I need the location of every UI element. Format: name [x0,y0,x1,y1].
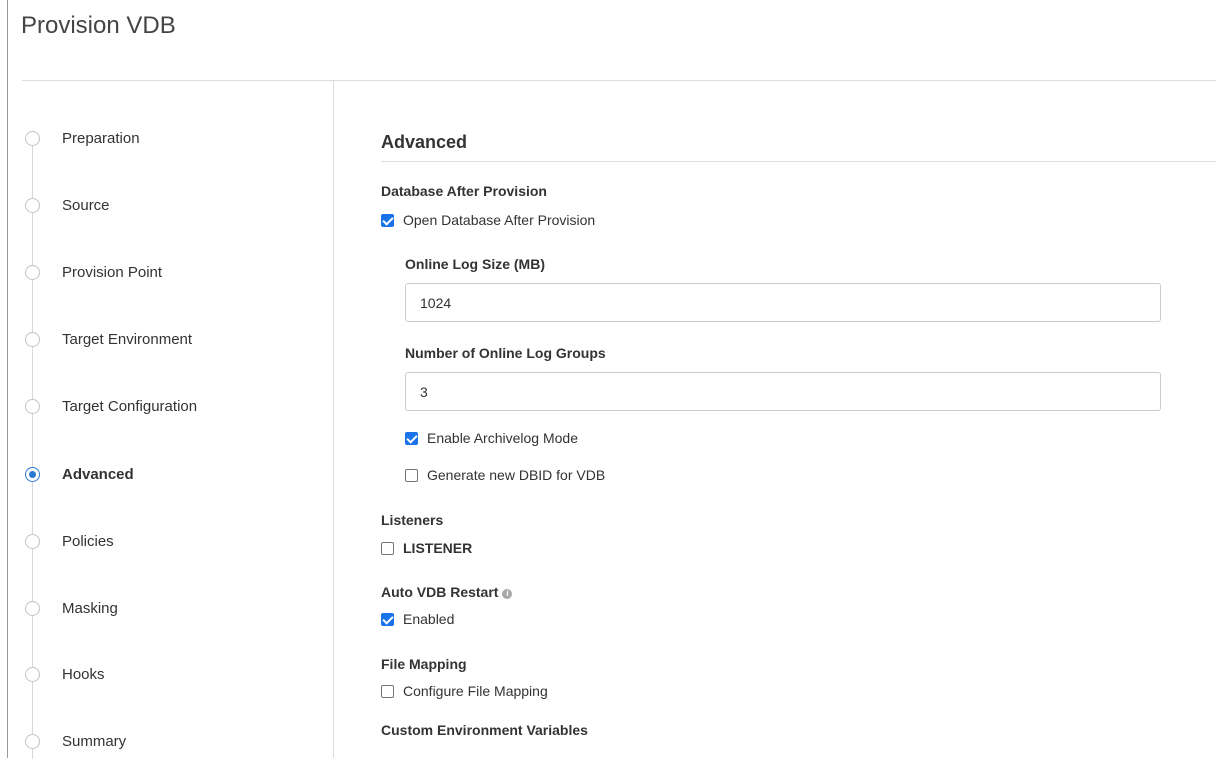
step-preparation[interactable]: Preparation [8,123,328,153]
step-provision-point[interactable]: Provision Point [8,257,328,287]
file-mapping-checkbox-row[interactable]: Configure File Mapping [381,683,548,699]
step-radio-icon [25,331,40,347]
info-icon[interactable]: i [502,589,513,599]
online-log-size-input[interactable] [405,283,1161,322]
provision-vdb-dialog: Provision VDB Preparation Source Provisi… [7,0,1216,759]
step-advanced[interactable]: Advanced [8,459,328,489]
wizard-steps: Preparation Source Provision Point Targe… [8,81,334,759]
listeners-heading: Listeners [381,512,444,528]
file-mapping-checkbox[interactable] [381,684,394,698]
auto-restart-checkbox[interactable] [381,612,394,626]
online-log-size-label: Online Log Size (MB) [405,256,545,272]
auto-vdb-restart-label: Auto VDB Restart [381,584,499,600]
step-radio-icon [25,600,40,616]
open-database-checkbox[interactable] [381,213,394,227]
file-mapping-label: Configure File Mapping [403,683,548,699]
archivelog-checkbox-row[interactable]: Enable Archivelog Mode [405,430,578,446]
archivelog-label: Enable Archivelog Mode [427,430,578,446]
step-radio-icon [25,398,40,414]
open-database-label: Open Database After Provision [403,212,596,228]
step-target-configuration[interactable]: Target Configuration [8,391,328,421]
auto-restart-enabled-label: Enabled [403,611,455,627]
step-label: Summary [62,732,127,750]
auto-vdb-restart-heading: Auto VDB Restart i [381,584,513,600]
step-label: Policies [62,532,114,550]
file-mapping-heading: File Mapping [381,656,467,672]
new-dbid-checkbox[interactable] [405,468,418,482]
open-database-checkbox-row[interactable]: Open Database After Provision [381,212,595,228]
section-title: Advanced [381,132,468,152]
online-log-groups-label: Number of Online Log Groups [405,345,606,361]
step-radio-icon [25,264,40,280]
step-label: Target Environment [62,330,193,348]
step-label: Source [62,196,110,214]
auto-restart-checkbox-row[interactable]: Enabled [381,611,454,627]
dialog-title: Provision VDB [21,12,176,39]
step-label: Hooks [62,665,105,683]
step-source[interactable]: Source [8,190,328,220]
listener-checkbox[interactable] [381,541,394,555]
step-radio-icon [25,733,40,749]
step-label: Target Configuration [62,397,198,415]
step-radio-icon [25,666,40,682]
advanced-panel: Advanced Database After Provision Open D… [334,81,1216,758]
online-log-groups-input[interactable] [405,372,1161,411]
step-label: Provision Point [62,263,163,281]
step-target-environment[interactable]: Target Environment [8,324,328,354]
step-hooks[interactable]: Hooks [8,659,328,689]
database-after-provision-heading: Database After Provision [381,183,547,199]
new-dbid-checkbox-row[interactable]: Generate new DBID for VDB [405,467,605,483]
listener-checkbox-row[interactable]: LISTENER [381,540,472,556]
step-label: Masking [62,599,118,617]
archivelog-checkbox[interactable] [405,431,418,445]
step-label: Advanced [62,465,134,483]
step-summary[interactable]: Summary [8,726,328,756]
custom-env-vars-heading: Custom Environment Variables [381,722,588,738]
step-radio-icon [25,533,40,549]
new-dbid-label: Generate new DBID for VDB [427,467,606,483]
step-masking[interactable]: Masking [8,593,328,623]
section-divider [381,161,1216,162]
step-radio-selected-icon [25,466,40,482]
listener-label: LISTENER [403,540,473,556]
step-label: Preparation [62,129,140,147]
step-policies[interactable]: Policies [8,526,328,556]
step-radio-icon [25,197,40,213]
step-radio-icon [25,130,40,146]
